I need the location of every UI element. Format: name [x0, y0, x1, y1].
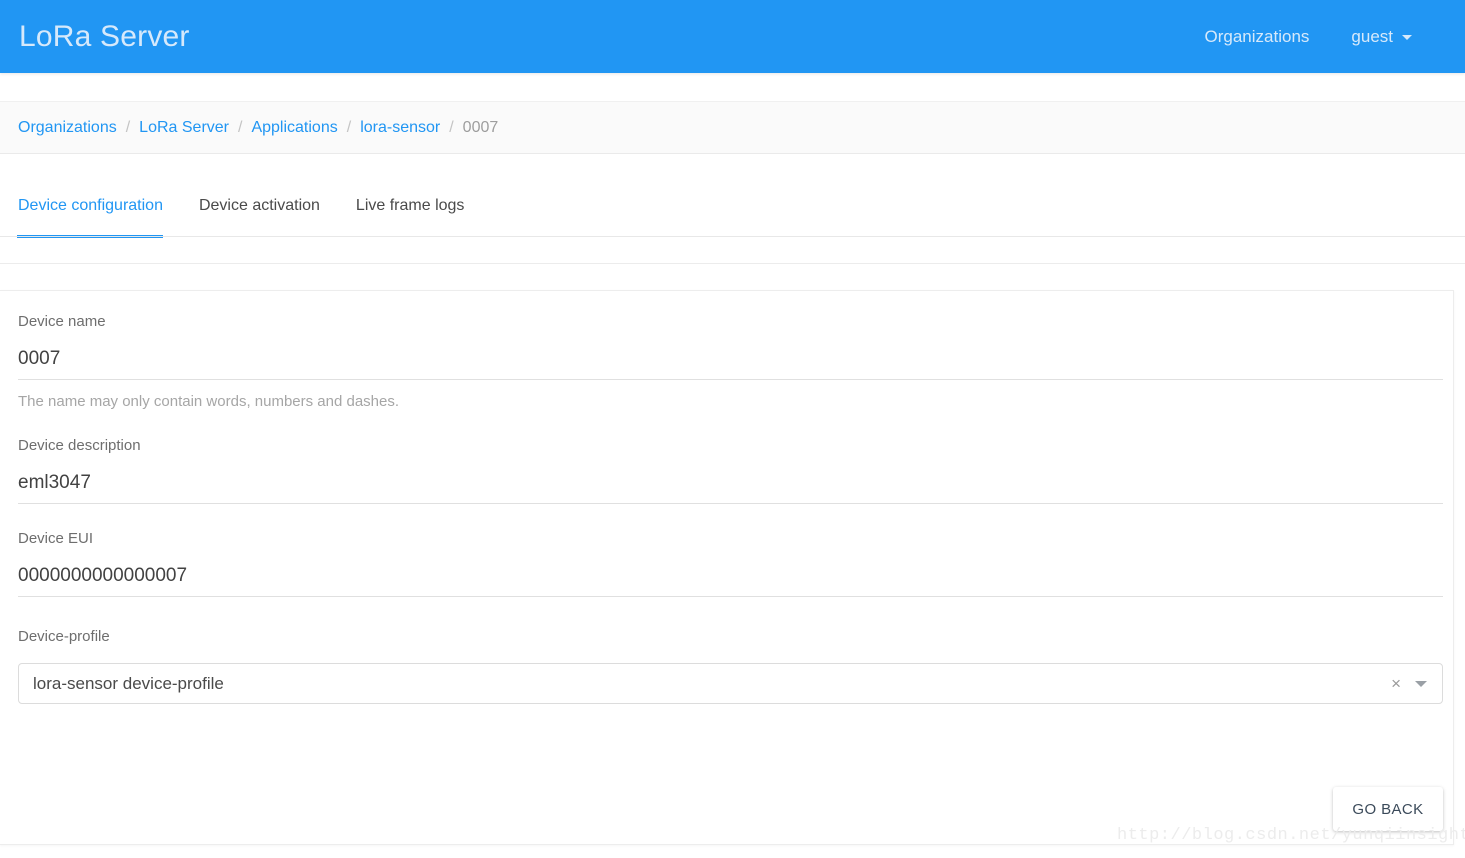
app-title: LoRa Server	[19, 19, 190, 53]
field-device-name: Device name 0007 The name may only conta…	[18, 313, 1443, 411]
device-description-input[interactable]: eml3047	[18, 472, 1443, 504]
breadcrumb-item-organizations[interactable]: Organizations	[18, 118, 117, 138]
breadcrumb-separator: /	[125, 118, 131, 136]
device-profile-select[interactable]: lora-sensor device-profile ×	[18, 663, 1443, 704]
tab-bar: Device configuration Device activation L…	[0, 154, 1465, 238]
breadcrumb: Organizations / LoRa Server / Applicatio…	[0, 101, 1465, 154]
content-top-divider	[0, 263, 1465, 264]
breadcrumb-item-lora-server[interactable]: LoRa Server	[139, 118, 229, 138]
page-root: LoRa Server Organizations guest Organiza…	[0, 0, 1465, 858]
user-menu-button[interactable]: guest	[1351, 27, 1412, 47]
device-profile-selected-value: lora-sensor device-profile	[33, 673, 224, 693]
device-profile-label: Device-profile	[18, 628, 110, 645]
header-organizations-link[interactable]: Organizations	[1205, 27, 1310, 47]
device-eui-input[interactable]: 0000000000000007	[18, 565, 1443, 597]
breadcrumb-item-lora-sensor[interactable]: lora-sensor	[360, 118, 440, 138]
device-description-label: Device description	[18, 437, 141, 454]
chevron-down-icon[interactable]	[1415, 680, 1427, 687]
device-name-input[interactable]: 0007	[18, 348, 1443, 380]
close-icon[interactable]: ×	[1381, 674, 1411, 693]
device-name-label: Device name	[18, 313, 106, 330]
device-eui-label: Device EUI	[18, 530, 94, 547]
tab-live-frame-logs[interactable]: Live frame logs	[356, 196, 483, 238]
breadcrumb-item-current: 0007	[462, 118, 499, 136]
tab-device-activation[interactable]: Device activation	[199, 196, 338, 238]
device-configuration-form: Device name 0007 The name may only conta…	[0, 290, 1454, 845]
app-header: LoRa Server Organizations guest	[0, 0, 1465, 73]
tab-device-configuration[interactable]: Device configuration	[17, 196, 181, 238]
header-nav: Organizations guest	[1205, 27, 1445, 47]
go-back-button[interactable]: GO BACK	[1333, 787, 1443, 831]
field-device-description: Device description eml3047	[18, 437, 1443, 504]
field-device-profile: Device-profile lora-sensor device-profil…	[18, 628, 1443, 704]
chevron-down-icon	[1402, 35, 1412, 40]
field-device-eui: Device EUI 0000000000000007	[18, 530, 1443, 597]
tab-bar-divider	[0, 236, 1465, 237]
breadcrumb-item-applications[interactable]: Applications	[251, 118, 337, 138]
breadcrumb-separator: /	[238, 118, 243, 136]
breadcrumb-separator: /	[449, 118, 454, 136]
user-menu-label: guest	[1351, 26, 1393, 46]
device-name-help-text: The name may only contain words, numbers…	[18, 393, 400, 410]
breadcrumb-separator: /	[346, 118, 352, 136]
